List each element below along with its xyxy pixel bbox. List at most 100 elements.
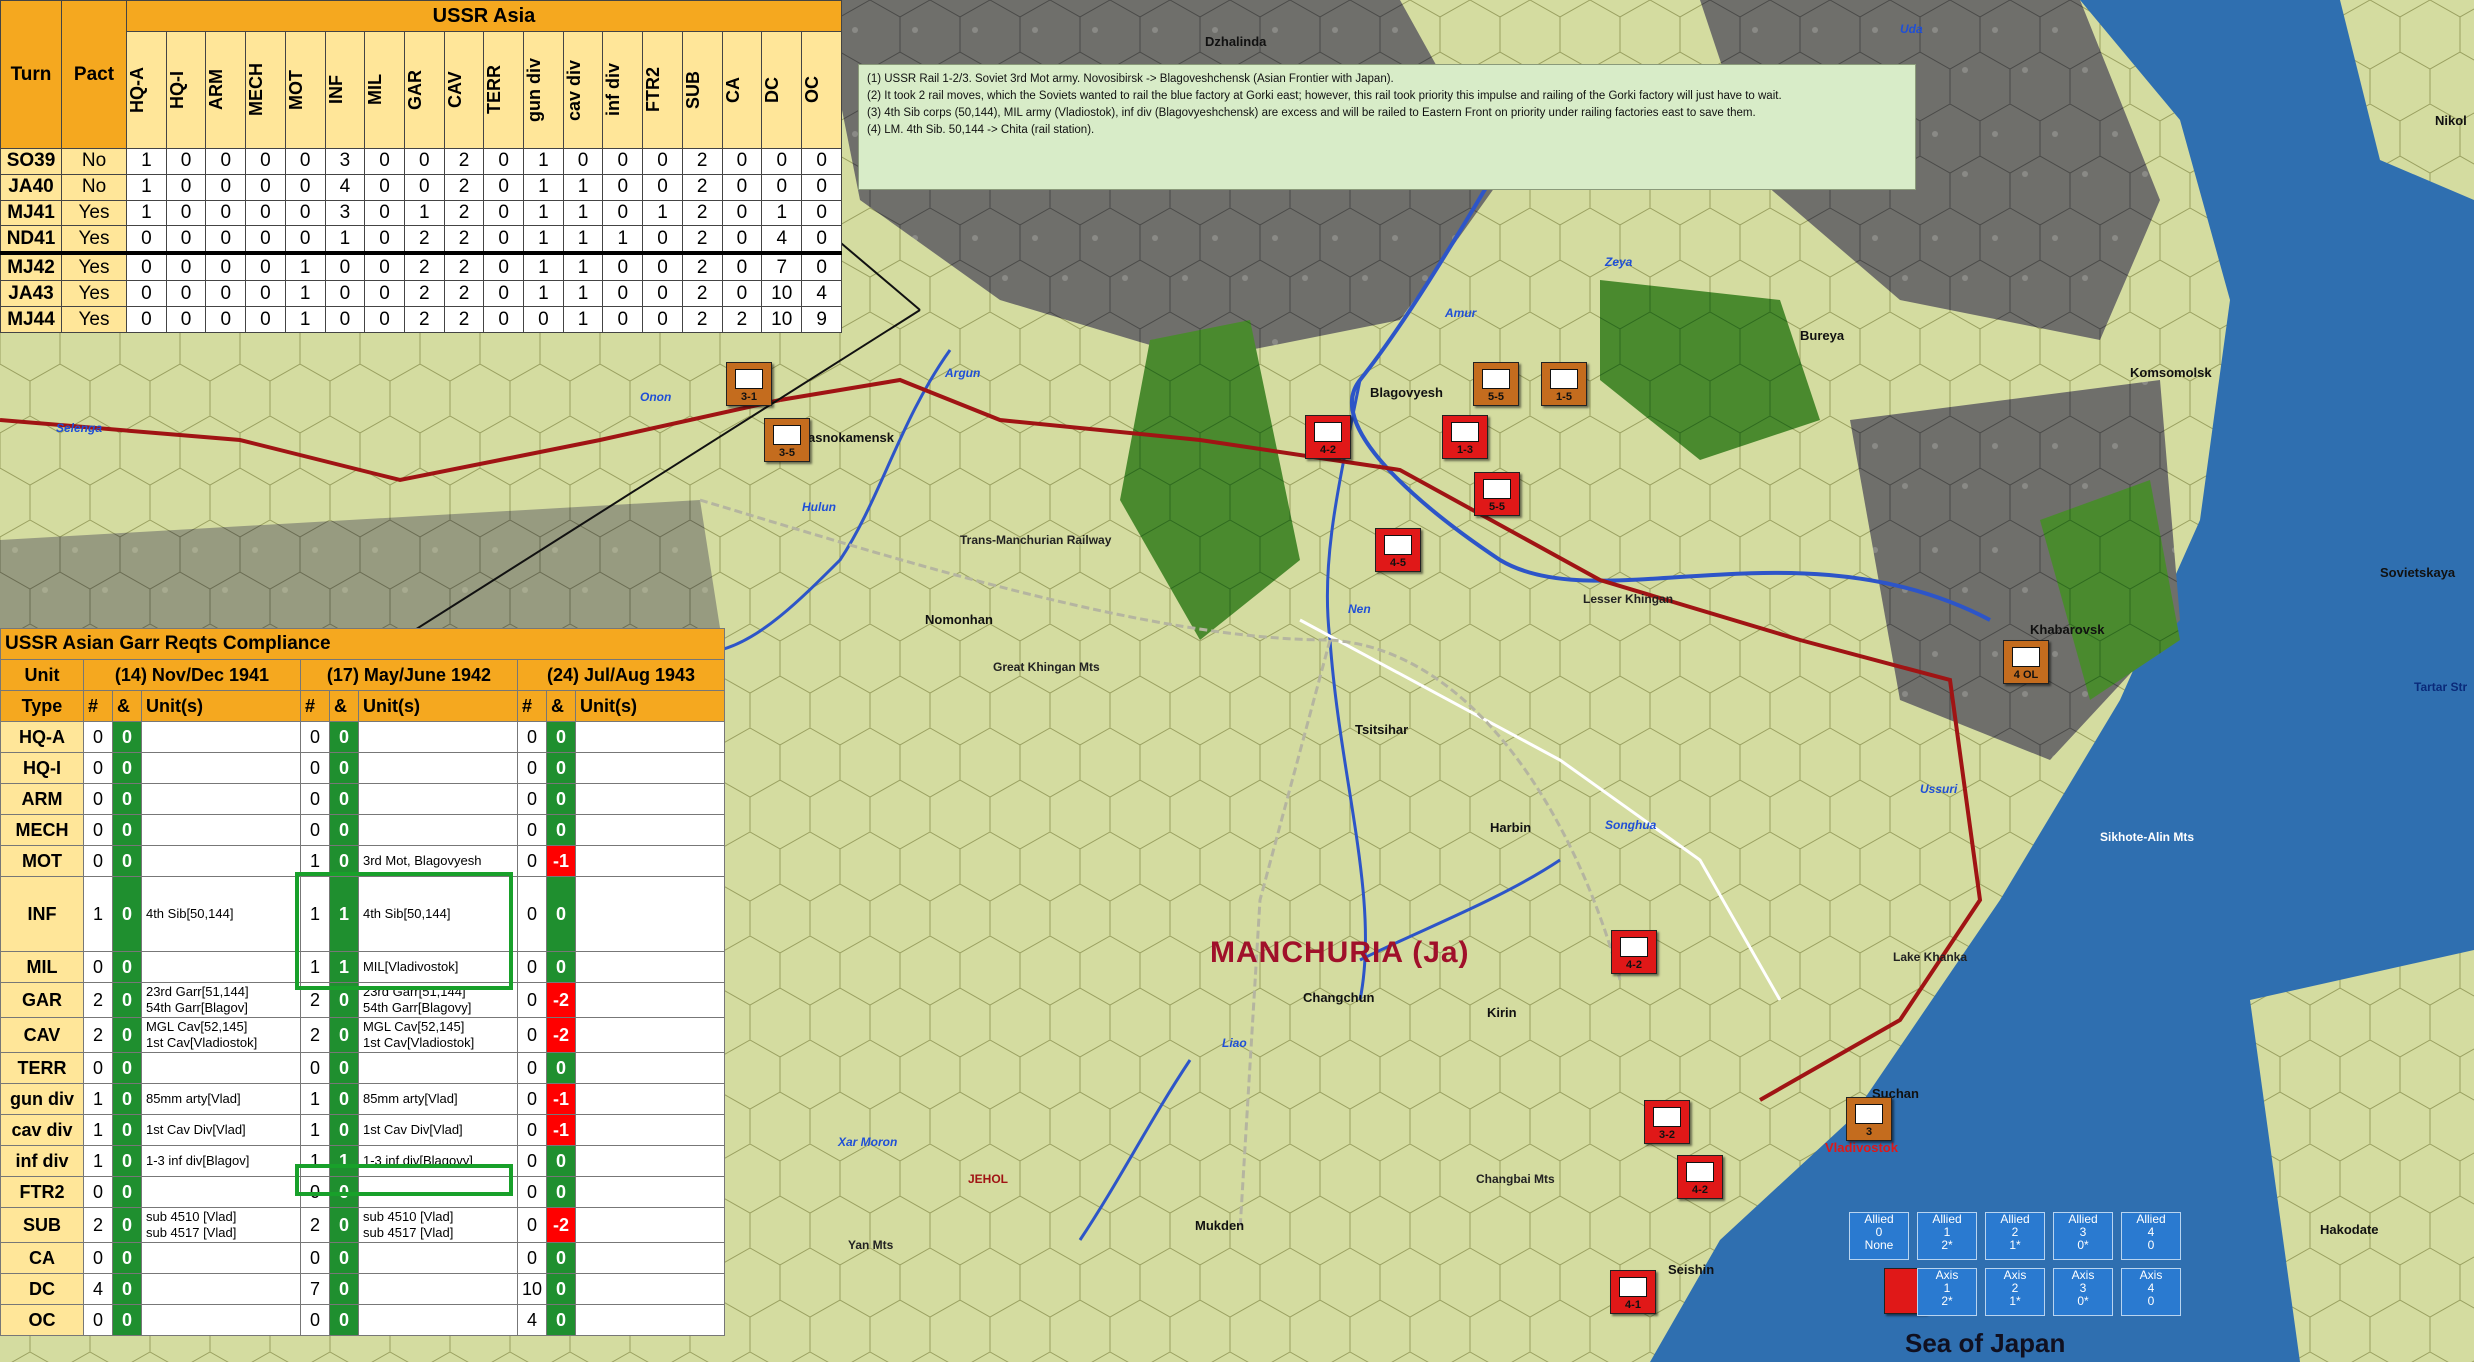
unit-counter[interactable]: 4-2	[1611, 930, 1657, 974]
turn-cell: MJ41	[0, 199, 62, 227]
turn-cell: JA40	[0, 173, 62, 201]
count-cell: 4	[516, 1304, 548, 1336]
value-cell: 0	[403, 173, 445, 201]
unit-counter[interactable]: 3-1	[726, 362, 772, 406]
unit-counter[interactable]: 3-5	[764, 418, 810, 462]
value-cell: 1	[761, 199, 803, 227]
value-cell: 0	[801, 251, 842, 282]
compliance-cell: 0	[546, 752, 576, 784]
value-cell: 0	[642, 306, 683, 333]
value-cell: 0	[403, 148, 445, 175]
units-cell	[575, 814, 725, 846]
compliance-cell: 0	[111, 783, 142, 815]
compliance-cell: 0	[546, 876, 576, 952]
units-cell	[575, 951, 725, 983]
count-cell: 2	[299, 1207, 330, 1243]
column-header: HQ-A	[126, 30, 167, 150]
column-header: CA	[721, 30, 763, 150]
unit-counter[interactable]: 4-1	[1610, 1270, 1656, 1314]
compliance-cell: -1	[546, 1083, 576, 1115]
value-cell: 1	[523, 225, 564, 256]
value-cell: 0	[483, 199, 525, 227]
unit-counter[interactable]: 5-5	[1473, 362, 1519, 406]
value-cell: 0	[126, 280, 167, 308]
pact-cell: Yes	[61, 199, 127, 227]
unit-header: Unit	[0, 659, 84, 691]
city-label: Komsomolsk	[2130, 365, 2212, 380]
unit-counter[interactable]: 3-2	[1644, 1100, 1690, 1144]
value-cell: 0	[284, 225, 326, 256]
allied-box: Allied 4 0	[2121, 1212, 2181, 1260]
compliance-cell: 0	[111, 845, 142, 877]
units-cell	[357, 1304, 518, 1336]
compliance-cell: 0	[111, 876, 142, 952]
column-header: INF	[324, 30, 366, 150]
value-cell: 1	[126, 199, 167, 227]
value-cell: 9	[801, 306, 842, 333]
count-cell: 0	[299, 783, 330, 815]
column-label: HQ-I	[166, 71, 187, 110]
unit-type-cell: SUB	[0, 1207, 84, 1243]
city-label: Sovietskaya	[2380, 565, 2456, 580]
unit-counter[interactable]: 4-2	[1677, 1155, 1723, 1199]
count-cell: 2	[82, 1207, 113, 1243]
value-cell: 10	[761, 280, 803, 308]
units-cell	[575, 845, 725, 877]
turn-cell: ND41	[0, 225, 62, 256]
city-label: Nikol	[2435, 113, 2467, 128]
unit-counter[interactable]: 5-5	[1474, 472, 1520, 516]
value-cell: 0	[205, 173, 247, 201]
city-label: Dzhalinda	[1205, 34, 1267, 49]
value-cell: 2	[443, 199, 485, 227]
units-cell: 1-3 inf div[Blagov]	[140, 1145, 301, 1177]
value-cell: 1	[284, 251, 326, 282]
value-cell: 0	[483, 280, 525, 308]
value-cell: 0	[245, 306, 286, 333]
units-cell	[357, 721, 518, 753]
units-cell: sub 4510 [Vlad] sub 4517 [Vlad]	[357, 1207, 518, 1243]
value-cell: 1	[284, 306, 326, 333]
units-cell	[140, 721, 301, 753]
count-cell: 0	[516, 721, 548, 753]
river-label: Argun	[945, 366, 981, 380]
value-cell: 0	[126, 225, 167, 256]
period-header: (17) May/June 1942	[299, 659, 518, 691]
value-cell: 7	[761, 251, 803, 282]
value-cell: 0	[721, 280, 763, 308]
value-cell: 1	[523, 251, 564, 282]
turn-cell: MJ44	[0, 306, 62, 333]
count-cell: 0	[516, 1176, 548, 1208]
river-label: Songhua	[1605, 818, 1657, 832]
table-row: ARM 0 0 0 0 0 0	[0, 783, 725, 815]
count-cell: 2	[299, 1017, 330, 1053]
unit-counter[interactable]: 1-5	[1541, 362, 1587, 406]
column-label: gun div	[524, 58, 545, 123]
value-cell: 1	[642, 199, 683, 227]
unit-counter[interactable]: 3	[1846, 1097, 1892, 1141]
river-label: Liao	[1222, 1036, 1247, 1050]
units-header: Unit(s)	[140, 690, 301, 722]
unit-counter[interactable]: 4-2	[1305, 415, 1351, 459]
value-cell: 0	[324, 306, 366, 333]
city-label: Bureya	[1800, 328, 1845, 343]
unit-counter[interactable]: 4 OL	[2003, 640, 2049, 684]
unit-counter[interactable]: 1-3	[1442, 415, 1488, 459]
axis-box: Axis 3 0*	[2053, 1268, 2113, 1316]
column-label: INF	[325, 75, 346, 105]
value-cell: 0	[602, 306, 644, 333]
unit-type-cell: HQ-A	[0, 721, 84, 753]
unit-type-cell: MIL	[0, 951, 84, 983]
pact-cell: Yes	[61, 225, 127, 256]
pact-cell: Yes	[61, 252, 127, 282]
compliance-cell: 0	[328, 1017, 359, 1053]
pact-cell: No	[61, 173, 127, 201]
region-label: Sikhote-Alin Mts	[2100, 830, 2195, 844]
region-label: Yan Mts	[848, 1238, 894, 1252]
city-label: Mukden	[1195, 1218, 1245, 1233]
note: (2) It took 2 rail moves, which the Sovi…	[867, 90, 1782, 102]
city-label: asnokamensk	[808, 430, 894, 445]
value-cell: 0	[245, 225, 286, 256]
units-cell	[140, 951, 301, 983]
count-cell: 0	[516, 982, 548, 1018]
unit-counter[interactable]: 4-5	[1375, 528, 1421, 572]
